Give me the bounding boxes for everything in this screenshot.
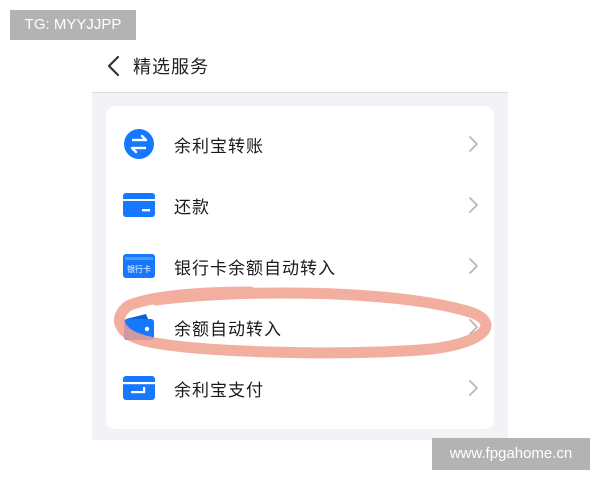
chevron-right-icon <box>469 136 478 152</box>
service-item-yulibao-payment[interactable]: 余利宝支付 <box>106 358 494 418</box>
services-card: 余利宝转账 还款 银行卡 银行卡余额自动转入 余额自动转入 余利宝支付 <box>106 106 494 429</box>
payment-card-icon <box>122 372 156 404</box>
service-label: 银行卡余额自动转入 <box>174 259 336 279</box>
service-item-yulibao-transfer[interactable]: 余利宝转账 <box>106 114 494 174</box>
service-label: 余额自动转入 <box>174 320 282 340</box>
wallet-icon <box>122 311 156 343</box>
header: 精选服务 <box>92 40 508 93</box>
service-screen: 精选服务 余利宝转账 还款 银行卡 银行卡余额自动转入 余额自动转入 余利宝支付 <box>92 40 508 440</box>
credit-card-icon <box>122 189 156 221</box>
chevron-right-icon <box>469 319 478 335</box>
chevron-right-icon <box>469 380 478 396</box>
page-title: 精选服务 <box>133 57 209 78</box>
transfer-arrows-icon <box>122 128 156 160</box>
service-label: 余利宝支付 <box>174 381 264 401</box>
bank-card-icon: 银行卡 <box>122 250 156 282</box>
back-button[interactable] <box>100 52 128 80</box>
service-item-balance-auto-transfer[interactable]: 余额自动转入 <box>106 297 494 357</box>
service-item-repayment[interactable]: 还款 <box>106 175 494 235</box>
service-item-bank-card-auto-transfer[interactable]: 银行卡 银行卡余额自动转入 <box>106 236 494 296</box>
bank-card-icon-text: 银行卡 <box>127 264 151 274</box>
watermark-bottom: www.fpgahome.cn <box>432 438 590 470</box>
chevron-right-icon <box>469 197 478 213</box>
chevron-left-icon <box>107 55 120 77</box>
service-label: 还款 <box>174 198 210 218</box>
watermark-top: TG: MYYJJPP <box>10 10 136 40</box>
chevron-right-icon <box>469 258 478 274</box>
service-label: 余利宝转账 <box>174 137 264 157</box>
